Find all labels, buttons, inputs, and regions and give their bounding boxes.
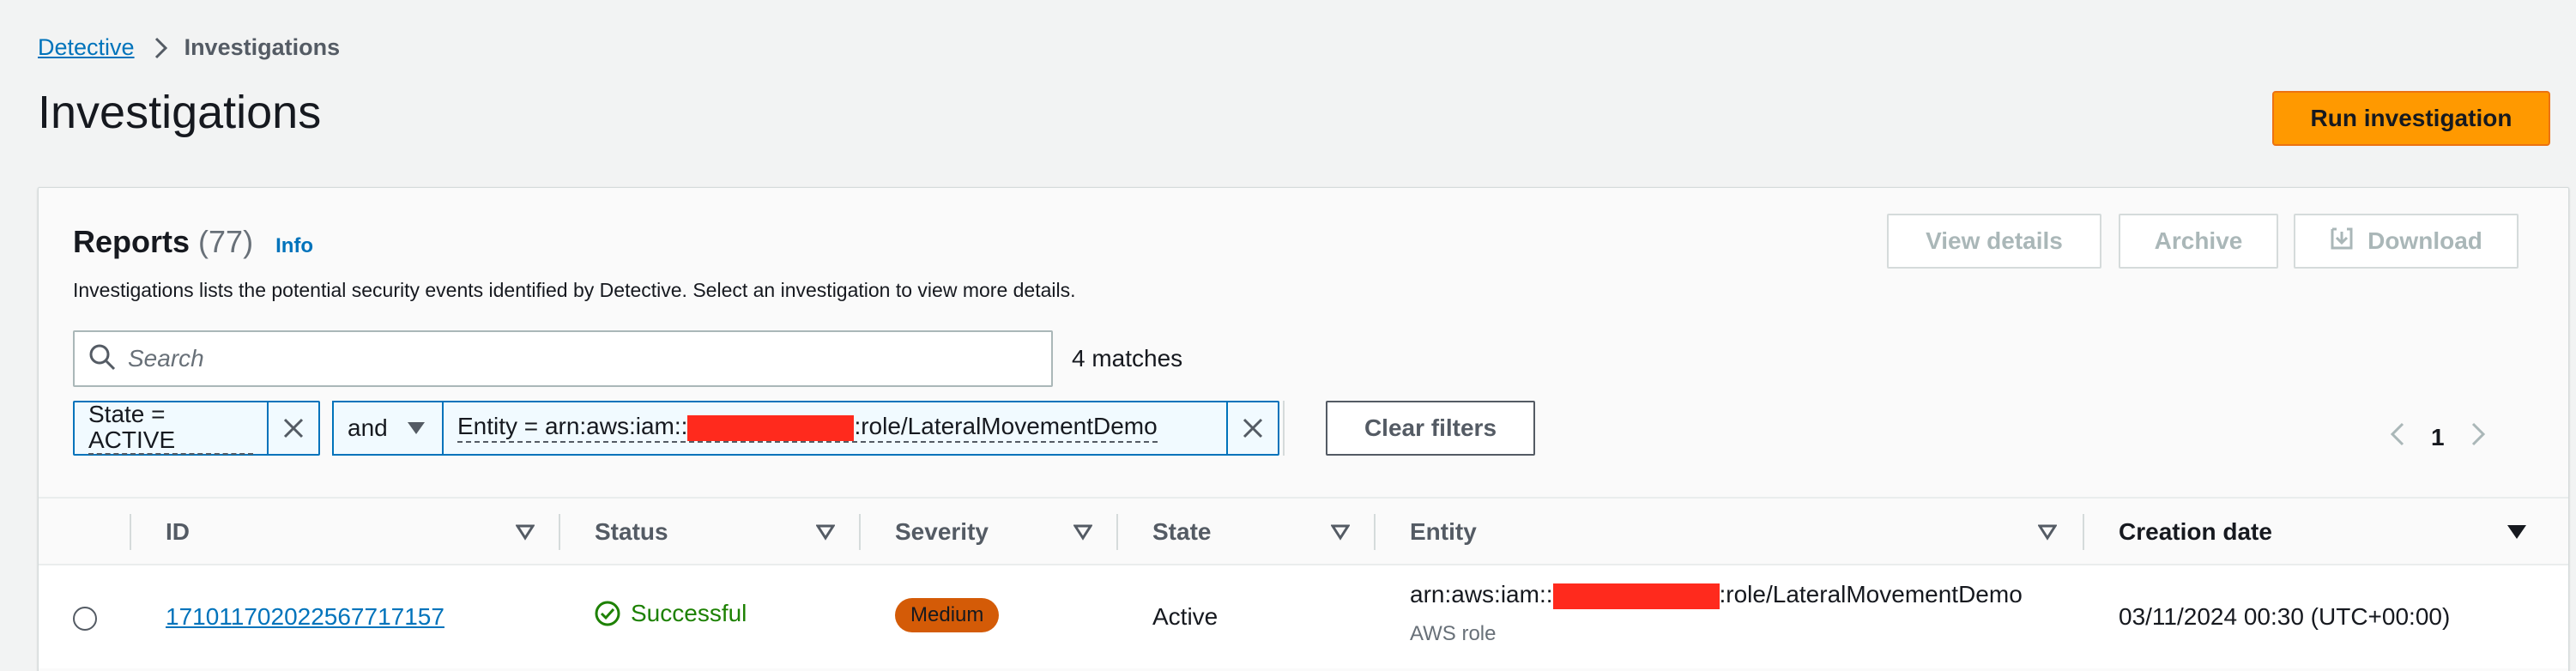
- redacted-account-id: [1552, 583, 1720, 609]
- filter-token-state-label[interactable]: State = ACTIVE: [88, 402, 253, 455]
- column-divider: [559, 514, 560, 550]
- caret-down-icon: [407, 414, 426, 442]
- sort-descending-icon[interactable]: [2506, 499, 2527, 565]
- breadcrumb: Detective Investigations: [38, 34, 340, 61]
- column-header-state[interactable]: State: [1152, 499, 1211, 565]
- column-entity-label: Entity: [1410, 518, 1477, 545]
- clear-filters-button[interactable]: Clear filters: [1326, 401, 1535, 456]
- search-input[interactable]: [128, 345, 1029, 372]
- page-title: Investigations: [38, 87, 322, 138]
- sort-icon[interactable]: [516, 499, 535, 565]
- reports-header: Reports (77) Info: [73, 224, 313, 260]
- download-button[interactable]: Download: [2294, 214, 2519, 269]
- column-divider: [1116, 514, 1118, 550]
- column-header-severity[interactable]: Severity: [895, 499, 989, 565]
- column-divider: [859, 514, 861, 550]
- sort-icon[interactable]: [2038, 499, 2057, 565]
- close-icon: [1243, 418, 1263, 438]
- filter-token-entity-label[interactable]: Entity = arn:aws:iam:::role/LateralMovem…: [457, 414, 1158, 443]
- column-divider: [2083, 514, 2084, 550]
- operator-select[interactable]: and: [332, 401, 444, 456]
- matches-count: 4 matches: [1072, 345, 1183, 372]
- table-row[interactable]: 171011702022567717157 Successful Medium …: [39, 565, 2568, 668]
- column-creation-date-label: Creation date: [2119, 518, 2272, 545]
- pagination: 1: [2390, 421, 2486, 453]
- chevron-right-icon: [154, 36, 169, 60]
- state-cell: Active: [1152, 603, 1218, 630]
- column-state-label: State: [1152, 518, 1212, 545]
- filter-entity-suffix: :role/LateralMovementDemo: [854, 413, 1158, 440]
- breadcrumb-detective-link[interactable]: Detective: [38, 34, 135, 61]
- filter-token-state: State = ACTIVE: [73, 401, 320, 456]
- table-header: ID Status Severity State Entity Creation…: [39, 497, 2568, 565]
- filter-divider: [1283, 401, 1285, 456]
- severity-cell: Medium: [895, 598, 1000, 632]
- close-icon: [283, 418, 304, 438]
- column-severity-label: Severity: [895, 518, 989, 545]
- info-link[interactable]: Info: [275, 234, 313, 258]
- search-box: [73, 330, 1053, 387]
- previous-page-icon[interactable]: [2390, 421, 2405, 453]
- column-header-id[interactable]: ID: [166, 499, 190, 565]
- redacted-account-id: [687, 414, 855, 441]
- sort-icon[interactable]: [1073, 499, 1092, 565]
- column-header-entity[interactable]: Entity: [1410, 499, 1477, 565]
- current-page[interactable]: 1: [2431, 424, 2445, 451]
- sort-icon[interactable]: [816, 499, 835, 565]
- entity-cell: arn:aws:iam:::role/LateralMovementDemo: [1410, 581, 2023, 609]
- success-check-icon: [595, 601, 620, 626]
- creation-date-cell: 03/11/2024 00:30 (UTC+00:00): [2119, 603, 2451, 630]
- column-id-label: ID: [166, 518, 190, 545]
- column-status-label: Status: [595, 518, 668, 545]
- download-icon: [2330, 227, 2354, 257]
- entity-arn-prefix: arn:aws:iam::: [1410, 581, 1553, 608]
- run-investigation-button[interactable]: Run investigation: [2272, 91, 2550, 146]
- status-text: Successful: [631, 600, 747, 626]
- column-divider: [130, 514, 131, 550]
- search-icon: [88, 343, 116, 375]
- severity-badge: Medium: [895, 598, 1000, 632]
- remove-filter-state-button[interactable]: [267, 402, 318, 454]
- sort-icon[interactable]: [1331, 499, 1350, 565]
- reports-count: (77): [198, 224, 254, 259]
- download-label: Download: [2367, 227, 2482, 254]
- reports-description: Investigations lists the potential secur…: [73, 279, 1076, 301]
- next-page-icon[interactable]: [2470, 421, 2486, 453]
- entity-type: AWS role: [1410, 622, 1497, 645]
- reports-title: Reports: [73, 224, 190, 259]
- remove-filter-entity-button[interactable]: [1226, 402, 1278, 454]
- column-header-status[interactable]: Status: [595, 499, 668, 565]
- filter-entity-prefix: Entity = arn:aws:iam::: [457, 413, 688, 440]
- filter-token-entity: Entity = arn:aws:iam:::role/LateralMovem…: [442, 401, 1279, 456]
- column-header-creation-date[interactable]: Creation date: [2119, 499, 2272, 565]
- entity-arn-suffix: :role/LateralMovementDemo: [1719, 581, 2023, 608]
- row-select-radio[interactable]: [73, 607, 97, 631]
- reports-panel: Reports (77) Info Investigations lists t…: [38, 187, 2569, 671]
- column-divider: [1374, 514, 1376, 550]
- status-cell: Successful: [595, 600, 747, 627]
- breadcrumb-current: Investigations: [184, 34, 341, 60]
- investigations-table: ID Status Severity State Entity Creation…: [39, 497, 2568, 668]
- view-details-button[interactable]: View details: [1887, 214, 2101, 269]
- investigation-id-link[interactable]: 171011702022567717157: [166, 603, 444, 631]
- archive-button[interactable]: Archive: [2119, 214, 2278, 269]
- operator-value: and: [348, 414, 388, 441]
